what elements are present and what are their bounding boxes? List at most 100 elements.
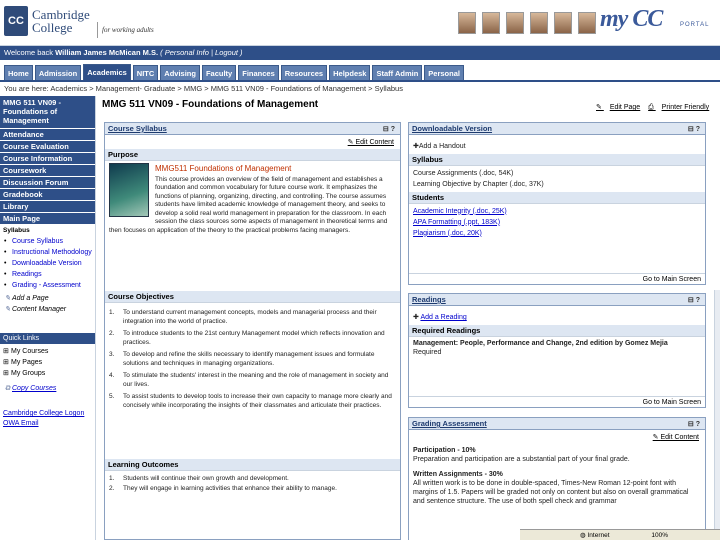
header-photo xyxy=(458,12,476,34)
sidebar-sub-course-syllabus[interactable]: Course Syllabus xyxy=(0,236,95,247)
add-page-link[interactable]: ✎ Add a Page xyxy=(0,291,95,302)
student-files: Academic Integrity (.doc, 25K) APA Forma… xyxy=(409,204,705,241)
sidebar-sub-downloadable-version[interactable]: Downloadable Version xyxy=(0,258,95,269)
content-manager-label: Content Manager xyxy=(12,306,67,313)
sidebar-course-title: MMG 511 VN09 - Foundations of Management xyxy=(0,96,95,128)
mycc-portal-logo: my CC xyxy=(600,6,663,32)
file-link[interactable]: Plagiarism (.doc, 20K) xyxy=(413,228,701,239)
add-reading-label: Add a Reading xyxy=(420,314,467,321)
tab-finances[interactable]: Finances xyxy=(238,65,279,80)
printer-friendly-button[interactable]: ⎙ Printer Friendly xyxy=(648,104,709,111)
panel-title[interactable]: Downloadable Version xyxy=(412,124,492,133)
header-photo xyxy=(554,12,572,34)
file-link[interactable]: Course Assignments (.doc, 54K) xyxy=(413,168,701,179)
required-readings-heading: Required Readings xyxy=(409,324,705,337)
list-item: 1. To understand current management conce… xyxy=(109,309,377,325)
sidebar-item-library[interactable]: Library xyxy=(0,200,95,212)
vertical-scrollbar[interactable] xyxy=(714,290,720,540)
quick-link-my-courses[interactable]: ⊞ My Courses xyxy=(0,344,95,355)
header-photo xyxy=(578,12,596,34)
edit-page-button[interactable]: ✎ Edit Page xyxy=(596,104,640,111)
tab-faculty[interactable]: Faculty xyxy=(201,65,237,80)
add-reading-link[interactable]: ✚ Add a Reading xyxy=(409,306,705,325)
quick-link-my-pages[interactable]: ⊞ My Pages xyxy=(0,355,95,366)
copy-icon: ⧉ xyxy=(5,385,10,392)
sidebar-item-course-evaluation[interactable]: Course Evaluation xyxy=(0,140,95,152)
written-text: All written work is to be done in double… xyxy=(413,480,689,505)
status-zoom[interactable]: 100% xyxy=(651,532,668,539)
panel-title[interactable]: Course Syllabus xyxy=(108,124,167,133)
edit-page-label: Edit Page xyxy=(609,104,641,111)
written-label: Written Assignments - 30% xyxy=(413,471,503,478)
cambridge-college-logo[interactable]: CC xyxy=(4,6,28,36)
page-tools: ✎ Edit Page ⎙ Printer Friendly xyxy=(590,103,709,112)
panel-controls-icon[interactable]: ⊟? xyxy=(688,295,702,307)
readings-panel: Readings ⊟? ✚ Add a Reading Required Read… xyxy=(408,293,706,408)
header-photo xyxy=(482,12,500,34)
sidebar-item-discussion-forum[interactable]: Discussion Forum xyxy=(0,176,95,188)
sidebar-syllabus-label: Syllabus xyxy=(3,227,30,234)
sidebar-item-course-information[interactable]: Course Information xyxy=(0,152,95,164)
textbook-cover-image xyxy=(109,163,149,217)
tab-admission[interactable]: Admission xyxy=(34,65,82,80)
sidebar-item-coursework[interactable]: Coursework xyxy=(0,164,95,176)
copy-courses-link[interactable]: ⧉ Copy Courses xyxy=(0,377,95,393)
add-page-icon: ✎ xyxy=(4,295,11,302)
file-link[interactable]: Academic Integrity (.doc, 25K) xyxy=(413,206,701,217)
site-header: CC Cambridge College for working adults … xyxy=(0,0,720,46)
main-tabs: Home Admission Academics NITC Advising F… xyxy=(0,64,720,82)
tab-staff-admin[interactable]: Staff Admin xyxy=(372,65,423,80)
download-syllabus-heading: Syllabus xyxy=(409,153,705,166)
panel-title[interactable]: Readings xyxy=(412,295,446,304)
quick-link-my-groups[interactable]: ⊞ My Groups xyxy=(0,366,95,377)
tab-nitc[interactable]: NITC xyxy=(132,65,159,80)
edit-content-button[interactable]: ✎ Edit Content xyxy=(105,135,400,149)
cambridge-college-footer-links[interactable]: Cambridge College Logon OWA Email xyxy=(0,393,95,429)
panel-header: Grading Assessment ⊟? xyxy=(409,418,705,430)
panel-title[interactable]: Grading Assessment xyxy=(412,419,487,428)
add-handout-label: Add a Handout xyxy=(418,143,466,150)
downloadable-version-panel: Downloadable Version ⊟? ✚Add a Handout Sy… xyxy=(408,122,706,285)
edit-content-button[interactable]: ✎ Edit Content xyxy=(409,430,705,444)
file-link[interactable]: Learning Objective by Chapter (.doc, 37K… xyxy=(413,179,701,190)
panel-controls-icon[interactable]: ⊟? xyxy=(383,124,397,136)
list-item: 2. They will engage in learning activitie… xyxy=(109,484,337,492)
panel-controls-icon[interactable]: ⊟? xyxy=(688,419,702,431)
breadcrumb[interactable]: You are here: Academics > Management- Gr… xyxy=(4,84,403,93)
tab-personal[interactable]: Personal xyxy=(424,65,464,80)
outcomes-list: 1. Students will continue their own growt… xyxy=(105,471,400,493)
welcome-prefix: Welcome back xyxy=(4,48,54,57)
objectives-list: 1. To understand current management conce… xyxy=(105,303,400,459)
tab-academics[interactable]: Academics xyxy=(83,64,131,80)
welcome-user: William James McMican M.S. xyxy=(55,48,159,57)
sidebar-sub-instructional-methodology[interactable]: Instructional Methodology xyxy=(0,247,95,258)
file-link[interactable]: APA Formatting (.ppt, 183K) xyxy=(413,217,701,228)
tab-home[interactable]: Home xyxy=(4,65,33,80)
portal-label: PORTAL xyxy=(680,22,710,28)
browser-status-bar: ◍ Internet 100% xyxy=(520,529,720,540)
list-item: 1. Students will continue their own growt… xyxy=(109,475,289,482)
book-status: Required xyxy=(413,348,442,356)
globe-icon: ◍ xyxy=(580,532,586,539)
welcome-links[interactable]: ( Personal Info | Logout ) xyxy=(160,48,242,57)
tab-advising[interactable]: Advising xyxy=(160,65,200,80)
expand-icon: ⊞ xyxy=(3,370,9,377)
go-to-main-screen-link[interactable]: Go to Main Screen xyxy=(409,273,705,284)
grading-details: Participation - 10% Preparation and part… xyxy=(409,444,705,508)
content-manager-link[interactable]: ✎ Content Manager xyxy=(0,302,95,313)
college-tagline: for working adults xyxy=(97,22,154,38)
header-photo xyxy=(530,12,548,34)
sidebar-item-attendance[interactable]: Attendance xyxy=(0,128,95,140)
sidebar-item-gradebook[interactable]: Gradebook xyxy=(0,188,95,200)
purpose-text: This course provides an overview of the … xyxy=(109,175,388,234)
go-to-main-screen-link[interactable]: Go to Main Screen xyxy=(409,396,705,407)
sidebar-item-main-page[interactable]: Main Page xyxy=(0,212,95,224)
reading-entry: Management: People, Performance and Chan… xyxy=(409,337,705,359)
panel-controls-icon[interactable]: ⊟? xyxy=(688,124,702,136)
tab-resources[interactable]: Resources xyxy=(280,65,328,80)
tab-helpdesk[interactable]: Helpdesk xyxy=(329,65,371,80)
expand-icon: ⊞ xyxy=(3,348,9,355)
add-handout-link[interactable]: ✚Add a Handout xyxy=(409,135,705,154)
sidebar-sub-readings[interactable]: Readings xyxy=(0,269,95,280)
sidebar-sub-grading-assessment[interactable]: Grading - Assessment xyxy=(0,280,95,291)
